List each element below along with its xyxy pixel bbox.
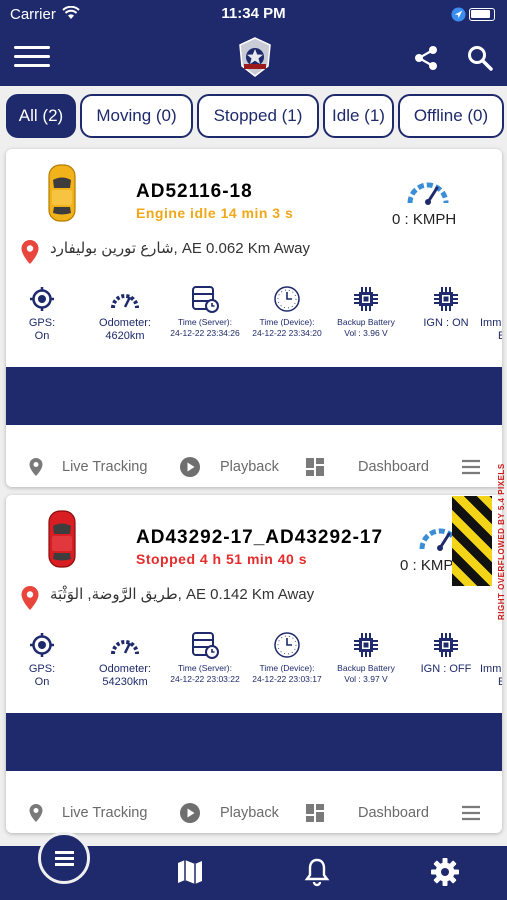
app-bar: [0, 30, 507, 86]
filter-stopped[interactable]: Stopped (1): [197, 94, 319, 138]
stat-gps: GPS: On: [6, 284, 80, 343]
filter-offline[interactable]: Offline (0): [398, 94, 504, 138]
settings-gear-icon[interactable]: [430, 857, 460, 887]
server-clock-icon: [192, 286, 219, 313]
card-actions: Live Tracking Playback Dashboard: [6, 793, 502, 833]
battery-icon: [469, 8, 495, 21]
server-clock-icon: [192, 632, 219, 659]
dashboard-icon: [306, 804, 324, 822]
chip-icon: [354, 287, 378, 311]
location-pin-icon: [21, 586, 39, 610]
gps-icon: [30, 633, 54, 657]
clock-icon: [274, 632, 300, 658]
map-icon[interactable]: [176, 858, 204, 886]
filter-all[interactable]: All (2): [6, 94, 76, 138]
vehicle-stats: GPS: On Odometer: 4620km Time (Server): …: [6, 284, 502, 354]
car-red-icon: [48, 510, 76, 568]
gps-icon: [30, 287, 54, 311]
stat-time-server: Time (Server): 24-12-22 23:03:22: [164, 630, 246, 685]
stat-time-device: Time (Device): 24-12-22 23:03:17: [246, 630, 328, 685]
vehicle-state: Stopped 4 h 51 min 40 s: [136, 551, 307, 567]
filter-idle[interactable]: Idle (1): [323, 94, 394, 138]
search-icon[interactable]: [466, 44, 494, 72]
stat-time-server: Time (Server): 24-12-22 23:34:26: [164, 284, 246, 339]
overflow-warning: RIGHT OVERFLOWED BY 5.4 PIXELS: [497, 463, 506, 620]
play-circle-icon: [180, 803, 200, 823]
car-yellow-icon: [48, 164, 76, 222]
vehicle-plate: AD43292-17_AD43292-17: [136, 527, 384, 548]
speedometer-icon: [407, 182, 449, 205]
vehicle-state: Engine idle 14 min 3 s: [136, 205, 294, 221]
dashboard-button[interactable]: Dashboard: [306, 447, 429, 487]
stat-ignition: IGN : OFF: [406, 630, 486, 676]
status-bar: Carrier 11:34 PM: [0, 0, 507, 30]
vehicle-card[interactable]: AD43292-17_AD43292-17 Stopped 4 h 51 min…: [6, 495, 502, 833]
stat-time-device: Time (Device): 24-12-22 23:34:20: [246, 284, 328, 339]
vehicle-stats: GPS: On Odometer: 54230km Time (Server):…: [6, 630, 502, 700]
dashboard-button[interactable]: Dashboard: [306, 793, 429, 833]
card-action-band: [6, 367, 502, 425]
location-pin-icon: [21, 240, 39, 264]
location-arrow-icon: [451, 7, 466, 22]
stat-immobilizer: Imm E: [480, 317, 502, 342]
playback-button[interactable]: Playback: [180, 793, 279, 833]
vehicle-plate: AD52116-18: [136, 181, 253, 202]
stat-gps: GPS: On: [6, 630, 80, 689]
location-pin-icon: [29, 458, 43, 476]
play-circle-icon: [180, 457, 200, 477]
notification-bell-icon[interactable]: [303, 857, 331, 887]
overflow-stripe-indicator: [452, 496, 492, 586]
filter-moving[interactable]: Moving (0): [80, 94, 193, 138]
more-menu-button[interactable]: [461, 447, 481, 487]
status-filter-bar: All (2) Moving (0) Stopped (1) Idle (1) …: [6, 94, 506, 140]
speed-readout: 0 : KMPH: [392, 211, 457, 228]
dashboard-icon: [306, 458, 324, 476]
menu-fab-button[interactable]: [38, 832, 90, 884]
stat-backup-battery: Backup Battery Vol : 3.96 V: [326, 284, 406, 339]
stat-immobilizer: Imm E: [480, 663, 502, 688]
share-icon[interactable]: [412, 44, 440, 72]
stat-backup-battery: Backup Battery Vol : 3.97 V: [326, 630, 406, 685]
vehicle-list-screen: All (2) Moving (0) Stopped (1) Idle (1) …: [0, 86, 507, 846]
menu-icon: [462, 805, 480, 821]
card-action-band: [6, 713, 502, 771]
vehicle-address: طريق الرَّوضة, الوَثْبَة, AE 0.142 Km Aw…: [50, 586, 315, 603]
clock: 11:34 PM: [221, 5, 286, 22]
chip-icon: [434, 633, 458, 657]
live-tracking-button[interactable]: Live Tracking: [28, 447, 147, 487]
stat-ignition: IGN : ON: [406, 284, 486, 330]
card-actions: Live Tracking Playback Dashboard: [6, 447, 502, 487]
vehicle-card[interactable]: AD52116-18 Engine idle 14 min 3 s 0 : KM…: [6, 149, 502, 487]
police-badge-logo: [239, 37, 271, 77]
odometer-icon: [111, 294, 139, 309]
live-tracking-button[interactable]: Live Tracking: [28, 793, 147, 833]
chip-icon: [434, 287, 458, 311]
menu-icon: [462, 459, 480, 475]
playback-button[interactable]: Playback: [180, 447, 279, 487]
clock-icon: [274, 286, 300, 312]
overflow-warning-text: RIGHT OVERFLOWED BY 5.4 PIXELS: [497, 463, 506, 620]
menu-icon[interactable]: [14, 46, 50, 68]
vehicle-address: شارع تورين بوليفارد, AE 0.062 Km Away: [50, 240, 310, 257]
odometer-icon: [111, 640, 139, 655]
stat-odometer: Odometer: 54230km: [84, 630, 166, 689]
chip-icon: [354, 633, 378, 657]
more-menu-button[interactable]: [461, 793, 481, 833]
location-pin-icon: [29, 804, 43, 822]
stat-odometer: Odometer: 4620km: [84, 284, 166, 343]
